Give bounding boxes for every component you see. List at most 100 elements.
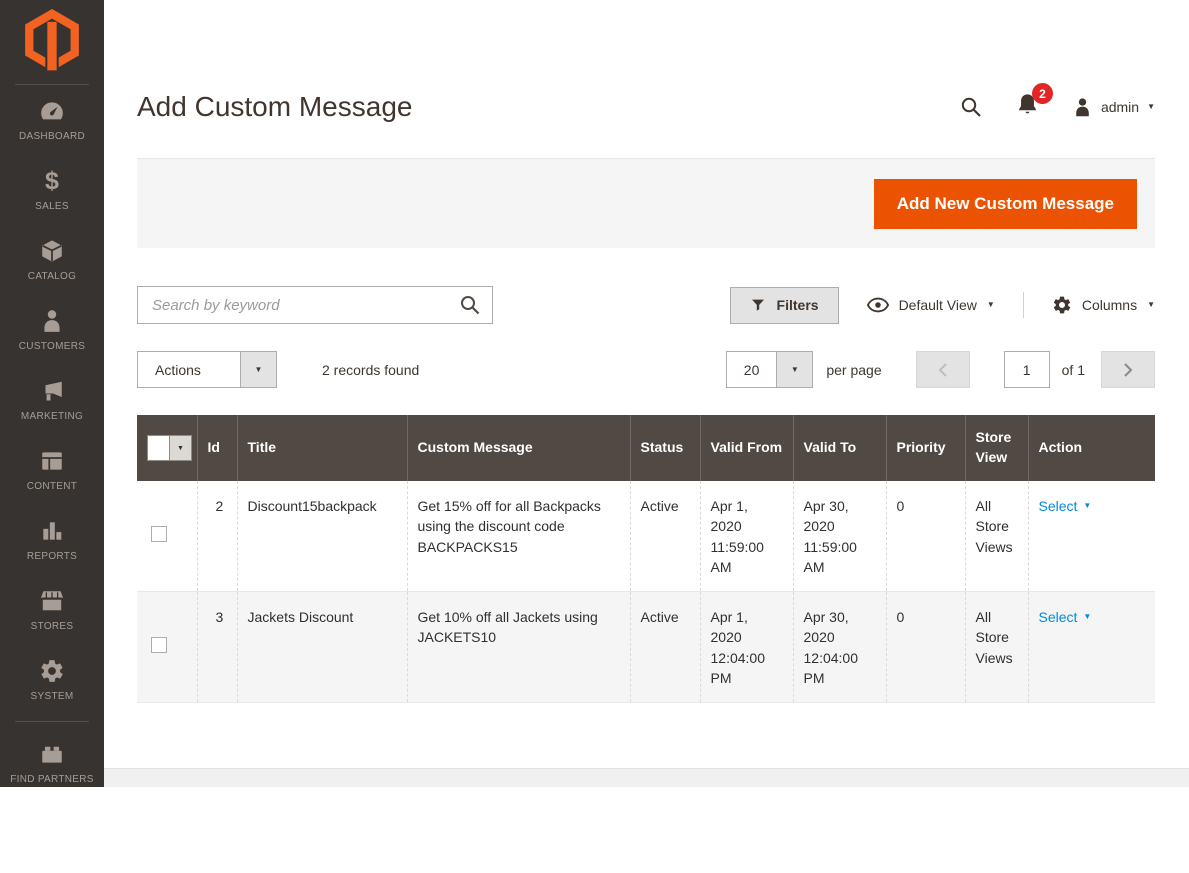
default-view-button[interactable]: Default View ▼ [867, 297, 995, 313]
next-page-button[interactable] [1101, 351, 1155, 388]
cell-store-view: All Store Views [965, 481, 1028, 592]
customers-icon [39, 308, 65, 334]
chevron-left-icon [937, 362, 949, 378]
select-all-checkbox[interactable] [148, 436, 170, 460]
page-title: Add Custom Message [137, 91, 412, 123]
cell-priority: 0 [886, 592, 965, 703]
sidebar-item-label: SALES [35, 201, 69, 212]
sidebar-item-label: STORES [31, 621, 74, 632]
eye-icon [867, 297, 889, 313]
sidebar-item-dashboard[interactable]: DASHBOARD [0, 85, 104, 155]
sidebar-item-label: FIND PARTNERS [10, 774, 94, 785]
caret-down-icon[interactable]: ▼ [776, 352, 812, 387]
find-partners-icon [39, 741, 65, 767]
caret-down-icon: ▼ [987, 301, 995, 309]
sidebar-item-stores[interactable]: STORES [0, 575, 104, 645]
keyword-search [137, 286, 493, 324]
sidebar-item-customers[interactable]: CUSTOMERS [0, 295, 104, 365]
sidebar: DASHBOARD $ SALES CATALOG CUSTOMERS MARK… [0, 0, 104, 787]
page-number-input[interactable] [1004, 351, 1050, 388]
column-header-status[interactable]: Status [630, 415, 700, 481]
sidebar-item-label: DASHBOARD [19, 131, 85, 142]
cell-title: Jackets Discount [237, 592, 407, 703]
table-header-row: ▼ Id Title Custom Message Status Valid F… [137, 415, 1155, 481]
cell-action: Select ▼ [1028, 592, 1155, 703]
row-checkbox[interactable] [151, 637, 167, 653]
actions-select[interactable]: Actions ▼ [137, 351, 277, 388]
row-select-action[interactable]: Select ▼ [1039, 496, 1092, 516]
sidebar-item-label: CONTENT [27, 481, 77, 492]
row-checkbox[interactable] [151, 526, 167, 542]
add-new-custom-message-button[interactable]: Add New Custom Message [874, 179, 1137, 229]
cell-valid-from: Apr 1, 2020 11:59:00 AM [700, 481, 793, 592]
admin-menu[interactable]: admin ▼ [1072, 97, 1155, 118]
notifications-button[interactable]: 2 [1015, 92, 1040, 122]
dashboard-icon [39, 98, 65, 124]
previous-page-button[interactable] [916, 351, 970, 388]
cell-title: Discount15backpack [237, 481, 407, 592]
column-header-action[interactable]: Action [1028, 415, 1155, 481]
column-header-store-view[interactable]: Store View [965, 415, 1028, 481]
select-all-caret[interactable]: ▼ [170, 436, 191, 460]
sidebar-item-label: CATALOG [28, 271, 76, 282]
table-row: 3 Jackets Discount Get 10% off all Jacke… [137, 592, 1155, 703]
stores-icon [39, 588, 65, 614]
caret-down-icon: ▼ [1083, 502, 1091, 510]
records-found-text: 2 records found [322, 362, 419, 378]
gear-icon [1052, 295, 1072, 315]
select-all-header: ▼ [137, 415, 197, 481]
cell-valid-to: Apr 30, 2020 12:04:00 PM [793, 592, 886, 703]
caret-down-icon[interactable]: ▼ [240, 352, 276, 387]
sidebar-item-content[interactable]: CONTENT [0, 435, 104, 505]
filters-button[interactable]: Filters [730, 287, 839, 324]
search-input[interactable] [137, 286, 493, 324]
cell-valid-from: Apr 1, 2020 12:04:00 PM [700, 592, 793, 703]
sidebar-item-catalog[interactable]: CATALOG [0, 225, 104, 295]
vertical-divider [1023, 292, 1024, 318]
sidebar-item-label: CUSTOMERS [19, 341, 85, 352]
notification-badge: 2 [1032, 83, 1053, 104]
custom-messages-table: ▼ Id Title Custom Message Status Valid F… [137, 415, 1155, 703]
magento-logo[interactable] [0, 0, 104, 78]
caret-down-icon: ▼ [1083, 613, 1091, 621]
sidebar-item-sales[interactable]: $ SALES [0, 155, 104, 225]
grid-controls-top: Filters Default View ▼ Columns ▼ [137, 286, 1155, 324]
column-header-custom-message[interactable]: Custom Message [407, 415, 630, 481]
sidebar-item-label: MARKETING [21, 411, 83, 422]
table-row: 2 Discount15backpack Get 15% off for all… [137, 481, 1155, 592]
sidebar-divider [15, 721, 89, 722]
footer-bar [104, 768, 1189, 787]
column-header-title[interactable]: Title [237, 415, 407, 481]
grid-controls-bottom: Actions ▼ 2 records found 20 ▼ per page … [137, 351, 1155, 388]
cell-status: Active [630, 481, 700, 592]
marketing-icon [39, 378, 65, 404]
sidebar-item-marketing[interactable]: MARKETING [0, 365, 104, 435]
global-search-icon[interactable] [959, 95, 983, 119]
per-page-select[interactable]: 20 ▼ [726, 351, 814, 388]
search-submit-icon[interactable] [458, 293, 482, 322]
reports-icon [39, 518, 65, 544]
system-icon [39, 658, 65, 684]
sales-icon: $ [45, 168, 59, 194]
sidebar-item-label: SYSTEM [31, 691, 74, 702]
sidebar-item-reports[interactable]: REPORTS [0, 505, 104, 575]
caret-down-icon: ▼ [1147, 301, 1155, 309]
magento-logo-icon [24, 9, 80, 71]
column-header-valid-from[interactable]: Valid From [700, 415, 793, 481]
cell-id: 2 [197, 481, 237, 592]
column-header-priority[interactable]: Priority [886, 415, 965, 481]
caret-down-icon: ▼ [1147, 103, 1155, 111]
row-checkbox-cell [137, 592, 197, 703]
grid-view-controls: Filters Default View ▼ Columns ▼ [730, 287, 1155, 324]
column-header-id[interactable]: Id [197, 415, 237, 481]
sidebar-item-system[interactable]: SYSTEM [0, 645, 104, 715]
caret-down-icon: ▼ [177, 445, 184, 452]
cell-action: Select ▼ [1028, 481, 1155, 592]
sidebar-nav: DASHBOARD $ SALES CATALOG CUSTOMERS MARK… [0, 85, 104, 798]
row-checkbox-cell [137, 481, 197, 592]
columns-button[interactable]: Columns ▼ [1052, 295, 1155, 315]
cell-status: Active [630, 592, 700, 703]
column-header-valid-to[interactable]: Valid To [793, 415, 886, 481]
row-select-action[interactable]: Select ▼ [1039, 607, 1092, 627]
main-content: Add Custom Message 2 admin ▼ Add New Cus… [104, 86, 1189, 703]
